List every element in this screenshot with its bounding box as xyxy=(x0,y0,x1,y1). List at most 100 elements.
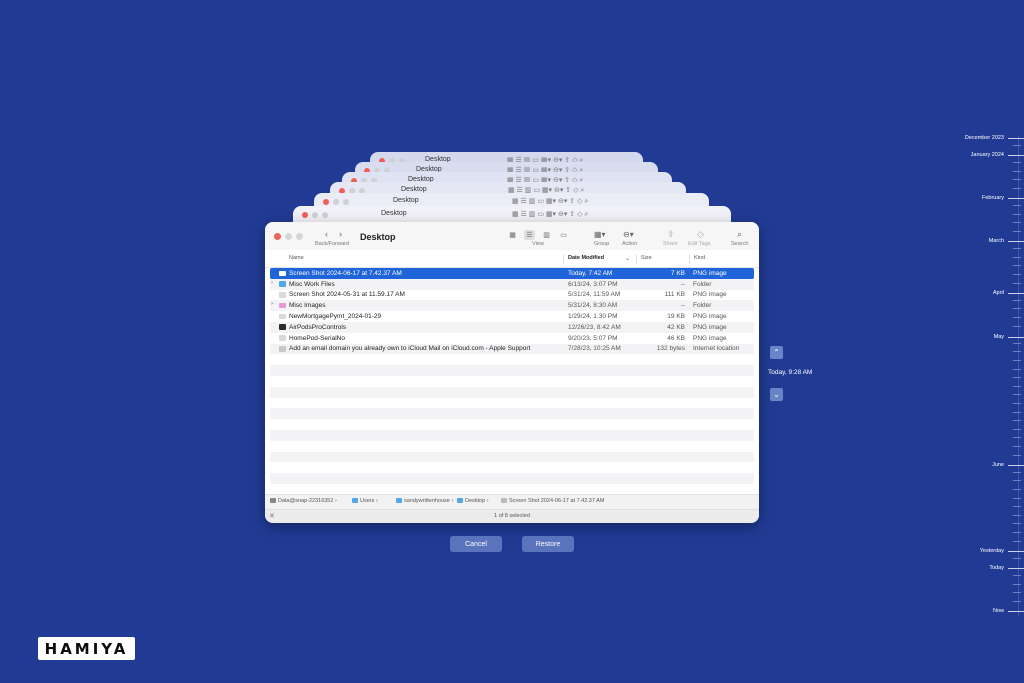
timeline-minor-tick[interactable] xyxy=(1013,317,1021,318)
file-row[interactable]: AirPodsProControls 12/26/23, 8:42 AM 42 KB… xyxy=(270,321,754,333)
timeline-tick[interactable] xyxy=(1008,611,1024,612)
timeline-minor-tick[interactable] xyxy=(1013,248,1021,249)
timeline-minor-tick[interactable] xyxy=(1013,541,1021,542)
timeline-minor-tick[interactable] xyxy=(1013,257,1021,258)
column-view-icon[interactable]: ▥ xyxy=(541,230,552,240)
timeline-label[interactable]: Today xyxy=(989,565,1004,571)
timeline-minor-tick[interactable] xyxy=(1013,360,1021,361)
timeline-minor-tick[interactable] xyxy=(1013,326,1021,327)
icon-view-icon[interactable]: ▦ xyxy=(507,230,518,240)
timeline-minor-tick[interactable] xyxy=(1013,179,1021,180)
timeline-label[interactable]: March xyxy=(989,238,1004,244)
timeline-minor-tick[interactable] xyxy=(1013,523,1021,524)
timeline-label[interactable]: Now xyxy=(993,608,1004,614)
timeline-minor-tick[interactable] xyxy=(1013,506,1021,507)
timeline-minor-tick[interactable] xyxy=(1013,351,1021,352)
timeline-minor-tick[interactable] xyxy=(1013,584,1021,585)
group-icon[interactable]: ▦▾ xyxy=(594,230,606,239)
timeline-minor-tick[interactable] xyxy=(1013,489,1021,490)
timeline-tick[interactable] xyxy=(1008,241,1024,242)
file-row[interactable]: › Misc Work Files 6/13/24, 3:07 PM -- Folder xyxy=(270,278,754,290)
file-row[interactable]: Screen Shot 2024-05-31 at 11.59.17 AM 5/3… xyxy=(270,290,754,301)
timeline-minor-tick[interactable] xyxy=(1013,145,1021,146)
kind-column-header[interactable]: Kind xyxy=(694,255,705,261)
timeline-minor-tick[interactable] xyxy=(1013,162,1021,163)
timeline-minor-tick[interactable] xyxy=(1013,171,1021,172)
path-segment[interactable]: Data@snap-22316352 › xyxy=(270,498,337,504)
tag-icon[interactable]: ◇ xyxy=(697,230,704,239)
timeline-tick[interactable] xyxy=(1008,138,1024,139)
file-row[interactable]: Screen Shot 2024-06-17 at 7.42.37 AM Toda… xyxy=(270,268,754,279)
gallery-view-icon[interactable]: ▭ xyxy=(558,230,569,240)
name-column-header[interactable]: Name xyxy=(289,255,304,261)
timeline-minor-tick[interactable] xyxy=(1013,369,1021,370)
action-icon[interactable]: ⊖▾ xyxy=(623,230,634,239)
timeline-minor-tick[interactable] xyxy=(1013,601,1021,602)
date-modified-column-header[interactable]: Date Modified xyxy=(568,255,604,261)
timeline-minor-tick[interactable] xyxy=(1013,472,1021,473)
timeline-minor-tick[interactable] xyxy=(1013,403,1021,404)
file-row[interactable]: HomePod-SerialNo 9/20/23, 5:07 PM 46 KB PNG… xyxy=(270,333,754,344)
restore-button[interactable]: Restore xyxy=(522,536,574,552)
timeline-label[interactable]: December 2023 xyxy=(965,135,1004,141)
timeline-tick[interactable] xyxy=(1008,337,1024,338)
path-segment[interactable]: sandywrittenhouse › xyxy=(396,498,453,504)
timeline-tick[interactable] xyxy=(1008,551,1024,552)
timeline-minor-tick[interactable] xyxy=(1013,446,1021,447)
timeline-minor-tick[interactable] xyxy=(1013,515,1021,516)
minimize-button[interactable] xyxy=(285,233,292,240)
timeline-label[interactable]: April xyxy=(993,290,1004,296)
timeline-minor-tick[interactable] xyxy=(1013,283,1021,284)
timeline-minor-tick[interactable] xyxy=(1013,265,1021,266)
backup-up-arrow-icon[interactable]: ⌃ xyxy=(770,346,783,359)
timeline-minor-tick[interactable] xyxy=(1013,308,1021,309)
timeline-tick[interactable] xyxy=(1008,293,1024,294)
timeline-tick[interactable] xyxy=(1008,568,1024,569)
timeline-tick[interactable] xyxy=(1008,155,1024,156)
timeline-minor-tick[interactable] xyxy=(1013,394,1021,395)
list-view-icon[interactable]: ☰ xyxy=(524,230,535,240)
timeline-minor-tick[interactable] xyxy=(1013,214,1021,215)
timeline-label[interactable]: June xyxy=(992,462,1004,468)
backup-window-layer[interactable]: Desktop ▦ ☰ ▥ ▭ ▦▾ ⊖▾ ⇪ ◇ ⌕ xyxy=(314,193,709,207)
backup-down-arrow-icon[interactable]: ⌄ xyxy=(770,388,783,401)
timeline-minor-tick[interactable] xyxy=(1013,274,1021,275)
size-column-header[interactable]: Size xyxy=(641,255,652,261)
timeline-label[interactable]: January 2024 xyxy=(971,152,1004,158)
timeline-minor-tick[interactable] xyxy=(1013,420,1021,421)
path-segment[interactable]: Users › xyxy=(352,498,378,504)
timeline-minor-tick[interactable] xyxy=(1013,455,1021,456)
timeline-label[interactable]: Yesterday xyxy=(980,548,1004,554)
timeline-label[interactable]: May xyxy=(994,334,1004,340)
timeline-minor-tick[interactable] xyxy=(1013,575,1021,576)
timeline-minor-tick[interactable] xyxy=(1013,300,1021,301)
timeline-minor-tick[interactable] xyxy=(1013,188,1021,189)
timeline-minor-tick[interactable] xyxy=(1013,429,1021,430)
close-button[interactable] xyxy=(274,233,281,240)
timeline-label[interactable]: February xyxy=(982,195,1004,201)
disclosure-chevron-icon[interactable]: › xyxy=(271,301,273,307)
timeline-tick[interactable] xyxy=(1008,465,1024,466)
search-icon[interactable]: ⌕ xyxy=(737,230,742,239)
path-segment[interactable]: Screen Shot 2024-06-17 at 7.42.37 AM xyxy=(501,498,604,504)
timeline-minor-tick[interactable] xyxy=(1013,532,1021,533)
timeline-minor-tick[interactable] xyxy=(1013,205,1021,206)
file-row[interactable]: › Misc Images 5/31/24, 8:30 AM -- Folder xyxy=(270,300,754,312)
timeline-minor-tick[interactable] xyxy=(1013,222,1021,223)
timeline-minor-tick[interactable] xyxy=(1013,498,1021,499)
timeline-minor-tick[interactable] xyxy=(1013,386,1021,387)
file-row[interactable]: Add an email domain you already own to i… xyxy=(270,343,754,355)
timeline-minor-tick[interactable] xyxy=(1013,377,1021,378)
timeline-minor-tick[interactable] xyxy=(1013,412,1021,413)
timeline-minor-tick[interactable] xyxy=(1013,592,1021,593)
zoom-button[interactable] xyxy=(296,233,303,240)
cancel-button[interactable]: Cancel xyxy=(450,536,502,552)
file-row[interactable]: NewMortgagePymt_2024-01-29 1/29/24, 1:30 … xyxy=(270,311,754,322)
forward-icon[interactable]: › xyxy=(339,230,342,239)
share-icon[interactable]: ⇪ xyxy=(667,230,675,239)
back-icon[interactable]: ‹ xyxy=(325,230,328,239)
timeline-minor-tick[interactable] xyxy=(1013,480,1021,481)
timeline-minor-tick[interactable] xyxy=(1013,231,1021,232)
timeline-tick[interactable] xyxy=(1008,198,1024,199)
path-segment[interactable]: Desktop › xyxy=(457,498,489,504)
